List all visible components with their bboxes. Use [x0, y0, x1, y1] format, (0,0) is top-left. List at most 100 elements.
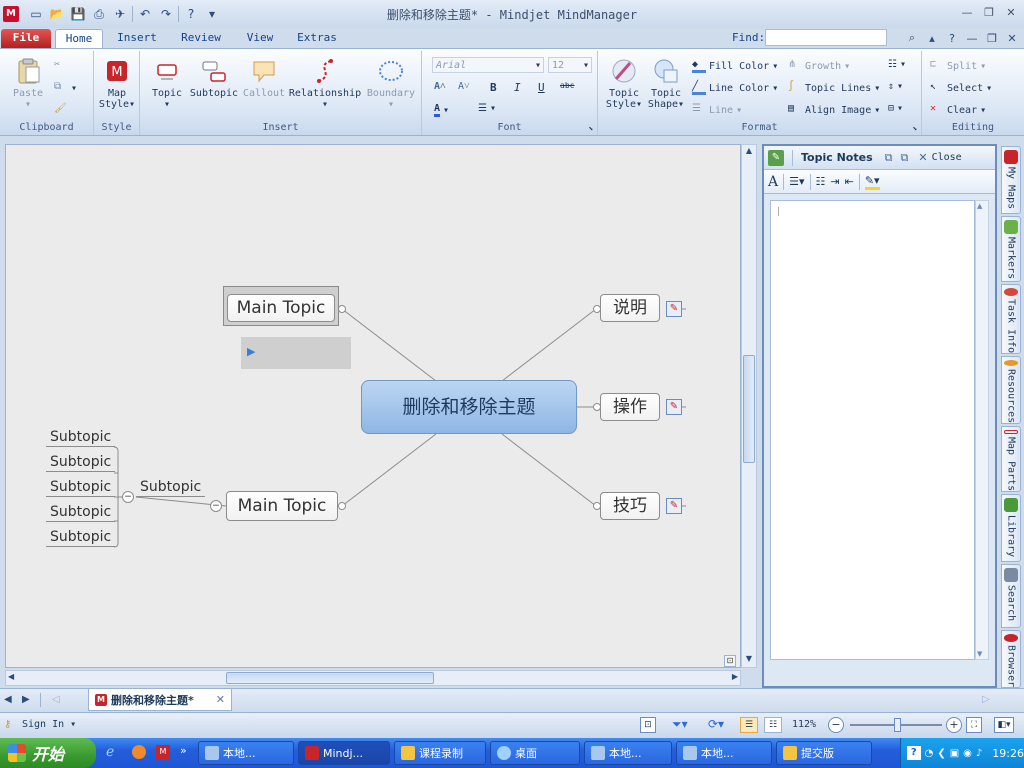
scroll-right-icon[interactable]: ▶ — [732, 672, 738, 681]
ie-quicklaunch-icon[interactable]: ℯ — [106, 744, 114, 760]
document-tab-close-icon[interactable]: ✕ — [216, 693, 225, 706]
cut-button[interactable]: ✂ — [54, 59, 68, 73]
document-tab[interactable]: M 删除和移除主题* ✕ — [88, 689, 232, 711]
font-name-select[interactable]: Arial ▾ — [432, 57, 544, 73]
side-tab-map-parts[interactable]: Map Parts — [1001, 426, 1021, 492]
align-image-button[interactable]: ▤ Align Image ▾ — [788, 103, 880, 117]
select-button[interactable]: ↖ Select ▾ — [930, 81, 992, 95]
tab-view[interactable]: View — [240, 29, 280, 48]
paste-button[interactable]: Paste ▾ — [8, 57, 48, 110]
font-color-button[interactable]: A ▾ — [434, 103, 449, 117]
side-tab-markers[interactable]: Markers — [1001, 216, 1021, 282]
play-triangle-icon[interactable]: ▶ — [247, 345, 255, 358]
format-dialog-launcher-icon[interactable]: ⬊ — [912, 124, 917, 133]
notes-font-icon[interactable]: A — [768, 174, 778, 190]
font-size-select[interactable]: 12 ▾ — [548, 57, 592, 73]
alignment-button[interactable]: ⊟ ▾ — [888, 103, 903, 114]
numbering-button[interactable]: ☷ ▾ — [888, 59, 906, 70]
tab-scroll-right-icon[interactable]: ▷ — [982, 694, 990, 705]
collapse-toggle-subtopic[interactable]: − — [122, 491, 134, 503]
side-tab-my-maps[interactable]: My Maps — [1001, 146, 1021, 214]
note-icon[interactable]: ✎ — [666, 498, 682, 514]
find-input[interactable] — [765, 29, 887, 46]
task-item[interactable]: 本地... — [676, 741, 772, 765]
note-icon[interactable]: ✎ — [666, 301, 682, 317]
right-topic-2[interactable]: 操作 — [600, 393, 660, 421]
side-tab-library[interactable]: Library — [1001, 494, 1021, 562]
notes-scroll-down-icon[interactable]: ▼ — [977, 650, 982, 658]
sign-in-button[interactable]: Sign In ▾ — [22, 719, 76, 730]
minimize-icon[interactable]: — — [958, 4, 976, 20]
topic-button[interactable]: Topic ▾ — [148, 57, 186, 110]
task-item[interactable]: 提交版 — [776, 741, 872, 765]
notes-action-1-icon[interactable]: ⧉ — [885, 151, 893, 165]
scroll-up-icon[interactable]: ▲ — [743, 146, 755, 158]
main-topic-top[interactable]: Main Topic — [227, 294, 335, 322]
zoom-slider-thumb[interactable] — [894, 718, 901, 732]
tray-icon-2[interactable]: ◉ — [963, 748, 972, 759]
spacing-button[interactable]: ⇕ ▾ — [888, 81, 903, 92]
underline-button[interactable]: U — [538, 81, 545, 94]
subtopic-button[interactable]: Subtopic — [188, 57, 240, 99]
notes-outdent-icon[interactable]: ⇤ — [845, 175, 854, 188]
map-view-icon[interactable]: ☰ — [740, 717, 758, 733]
doc-restore-icon[interactable]: ❐ — [984, 30, 1000, 46]
shrink-font-button[interactable]: A˅ — [458, 81, 470, 92]
task-item[interactable]: 桌面 — [490, 741, 580, 765]
notes-bullets-icon[interactable]: ☷ — [816, 175, 826, 188]
line-color-button[interactable]: ╱ Line Color ▾ — [692, 81, 778, 95]
collapse-ribbon-icon[interactable]: ▴ — [924, 30, 940, 46]
start-button[interactable]: 开始 — [0, 738, 96, 768]
map-style-button[interactable]: M Map Style▾ — [96, 57, 138, 110]
tab-home[interactable]: Home — [55, 29, 103, 48]
tab-review[interactable]: Review — [176, 29, 226, 48]
boundary-button[interactable]: Boundary ▾ — [362, 57, 420, 110]
help-tray-icon[interactable]: ? — [907, 746, 921, 760]
scroll-down-icon[interactable]: ▼ — [743, 654, 755, 666]
clear-button[interactable]: ✕ Clear ▾ — [930, 103, 986, 117]
scroll-left-icon[interactable]: ◀ — [8, 672, 14, 681]
side-tab-browser[interactable]: Browser — [1001, 630, 1021, 688]
doc-minimize-icon[interactable]: — — [964, 30, 980, 46]
outline-view-icon[interactable]: ☷ — [764, 717, 782, 733]
notes-indent-icon[interactable]: ⇥ — [830, 175, 839, 188]
side-tab-search[interactable]: Search — [1001, 564, 1021, 628]
subtopic-item[interactable]: Subtopic — [46, 429, 116, 447]
copy-dropdown-icon[interactable]: ▾ — [71, 83, 77, 94]
nav-forward-icon[interactable]: ▶ — [22, 694, 30, 705]
growth-button[interactable]: ⋔ Growth ▾ — [788, 59, 850, 73]
notes-highlight-icon[interactable]: ✎▾ — [864, 174, 880, 190]
bold-button[interactable]: B — [490, 81, 497, 94]
canvas-horizontal-scrollbar[interactable]: ◀ ▶ — [5, 670, 741, 686]
resize-corner-icon[interactable]: ⊡ — [724, 655, 736, 667]
collapse-toggle-main[interactable]: − — [210, 500, 222, 512]
vertical-scroll-thumb[interactable] — [743, 355, 755, 463]
volume-icon[interactable]: ♪ — [976, 748, 982, 759]
notes-scrollbar[interactable]: ▲ ▼ — [975, 200, 989, 660]
subtopic-item[interactable]: Subtopic — [46, 479, 116, 497]
line-button[interactable]: ☰ Line ▾ — [692, 103, 742, 117]
horizontal-scroll-thumb[interactable] — [226, 672, 434, 684]
balance-map-icon[interactable]: ⟳▾ — [708, 717, 724, 731]
text-align-button[interactable]: ☰ ▾ — [478, 103, 496, 114]
tray-expand-icon[interactable]: ❮ — [937, 748, 945, 759]
zoom-in-icon[interactable]: + — [946, 717, 962, 733]
topic-shape-button[interactable]: Topic Shape▾ — [646, 57, 686, 110]
relationship-button[interactable]: Relationship ▾ — [288, 57, 362, 110]
fill-color-button[interactable]: ◆ Fill Color ▾ — [692, 59, 778, 73]
quicklaunch-more-icon[interactable]: » — [180, 744, 187, 757]
strikethrough-button[interactable]: abc — [560, 81, 574, 90]
notes-scroll-up-icon[interactable]: ▲ — [977, 202, 982, 210]
subtopic-item[interactable]: Subtopic — [46, 529, 116, 547]
side-tab-task-info[interactable]: Task Info — [1001, 284, 1021, 354]
fit-page-icon[interactable]: ⛶ — [966, 717, 982, 733]
zoom-out-icon[interactable]: − — [828, 717, 844, 733]
topic-lines-button[interactable]: ∫ Topic Lines ▾ — [788, 81, 880, 95]
callout-button[interactable]: Callout — [240, 57, 288, 99]
notes-editor[interactable]: | — [770, 200, 975, 660]
notes-close-icon[interactable]: ✕ — [918, 151, 927, 164]
subtopic-mid[interactable]: Subtopic — [136, 479, 206, 497]
floating-insert-box[interactable]: ▶ — [241, 337, 351, 369]
topic-style-button[interactable]: Topic Style▾ — [604, 57, 644, 110]
fit-map-icon[interactable]: ⊡ — [640, 717, 656, 733]
